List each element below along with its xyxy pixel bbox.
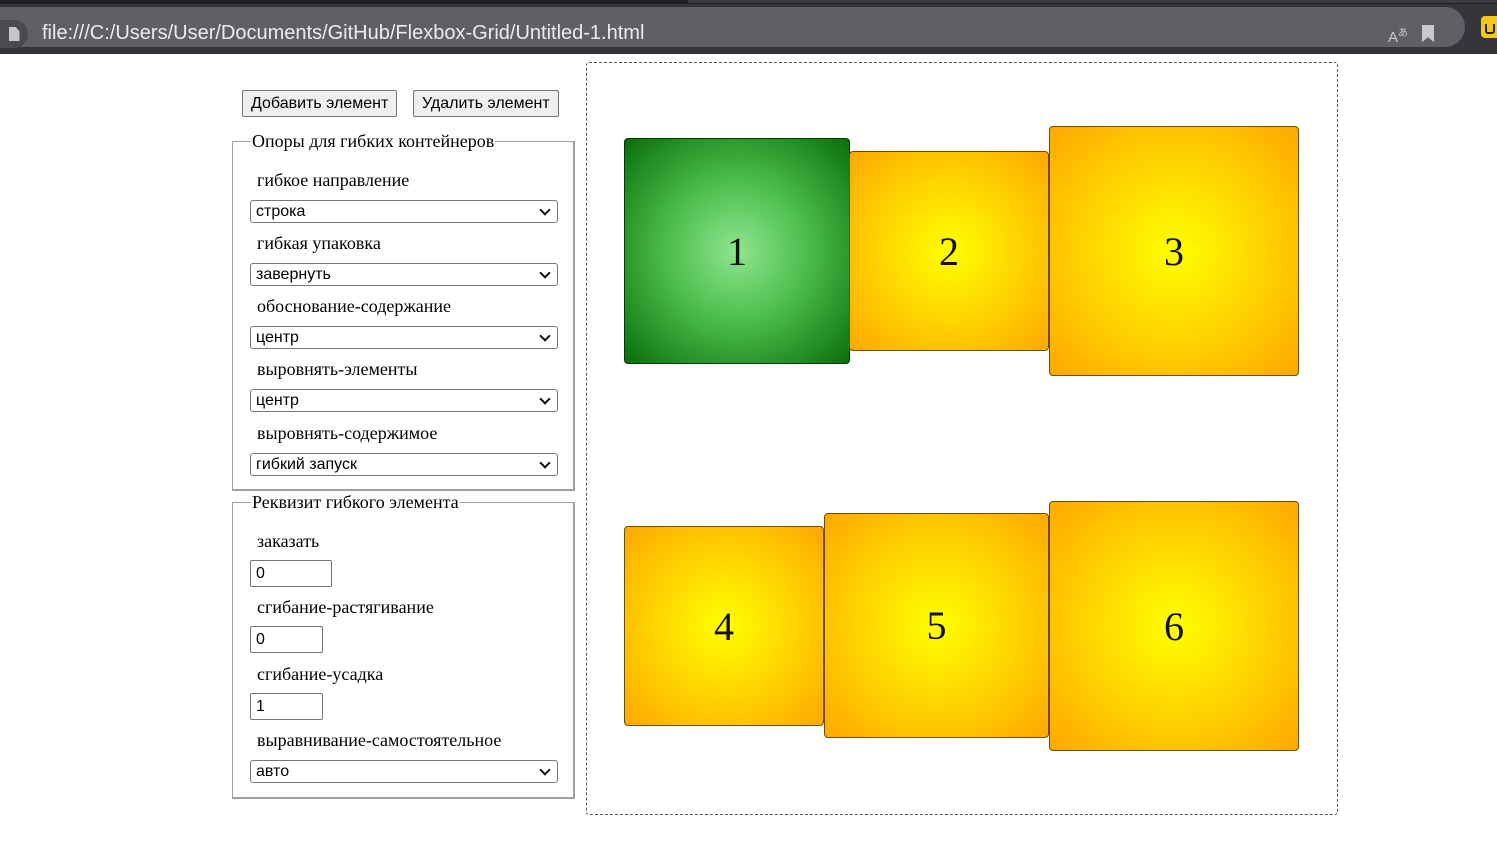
flex-direction-value: строка [256,203,306,220]
flex-item-2[interactable]: 2 [849,151,1049,351]
align-self-label: выравнивание-самостоятельное [257,730,502,750]
flex-direction-label: гибкое направление [257,170,410,190]
flex-container-preview: 1 2 3 4 5 6 [586,62,1338,815]
flex-shrink-input[interactable]: 1 [250,693,323,720]
flex-item-5[interactable]: 5 [824,513,1049,738]
align-items-select[interactable]: центр [250,389,558,412]
justify-content-select[interactable]: центр [250,326,558,349]
align-self-value: авто [256,763,290,780]
container-props-legend: Опоры для гибких контейнеров [251,130,496,152]
flex-direction-select[interactable]: строка [250,200,558,223]
tab-strip [0,0,1497,4]
flex-item-1[interactable]: 1 [624,138,850,364]
chevron-down-icon [539,764,551,776]
align-self-select[interactable]: авто [250,760,558,783]
url-text[interactable]: file:///C:/Users/User/Documents/GitHub/F… [42,22,644,45]
chevron-down-icon [539,267,551,279]
flex-wrap-value: завернуть [256,266,331,283]
flex-item-4[interactable]: 4 [624,526,824,726]
flex-item-6[interactable]: 6 [1049,501,1299,751]
extension-icon[interactable] [1481,16,1497,38]
translate-icon[interactable]: Aあ [1388,24,1408,48]
add-element-button[interactable]: Добавить элемент [242,90,398,117]
browser-toolbar: file:///C:/Users/User/Documents/GitHub/F… [0,0,1497,54]
align-content-select[interactable]: гибкий запуск [250,453,558,476]
align-items-label: выровнять-элементы [257,359,418,379]
order-label: заказать [257,531,320,551]
bookmark-icon[interactable] [1422,25,1434,42]
chevron-down-icon [539,393,551,405]
chevron-down-icon [539,204,551,216]
flex-wrap-select[interactable]: завернуть [250,263,558,286]
chevron-down-icon [539,457,551,469]
page-icon [8,27,20,41]
tab-strip-edge [688,0,1497,3]
site-info-button[interactable] [0,20,28,48]
align-items-value: центр [256,392,299,409]
align-content-value: гибкий запуск [256,456,357,473]
justify-content-value: центр [256,329,299,346]
align-content-label: выровнять-содержимое [257,423,438,443]
item-props-panel: Реквизит гибкого элемента заказать 0 сги… [232,491,575,799]
order-input[interactable]: 0 [250,560,332,587]
flex-wrap-label: гибкая упаковка [257,233,381,253]
remove-element-button[interactable]: Удалить элемент [413,90,559,117]
address-bar[interactable]: file:///C:/Users/User/Documents/GitHub/F… [0,7,1465,48]
container-props-panel: Опоры для гибких контейнеров гибкое напр… [232,130,575,491]
chevron-down-icon [539,330,551,342]
flex-shrink-label: сгибание-усадка [257,664,384,684]
item-props-legend: Реквизит гибкого элемента [251,491,460,513]
justify-content-label: обоснование-содержание [257,296,452,316]
flex-grow-label: сгибание-растягивание [257,597,434,617]
flex-grow-input[interactable]: 0 [250,626,323,653]
flex-item-3[interactable]: 3 [1049,126,1299,376]
